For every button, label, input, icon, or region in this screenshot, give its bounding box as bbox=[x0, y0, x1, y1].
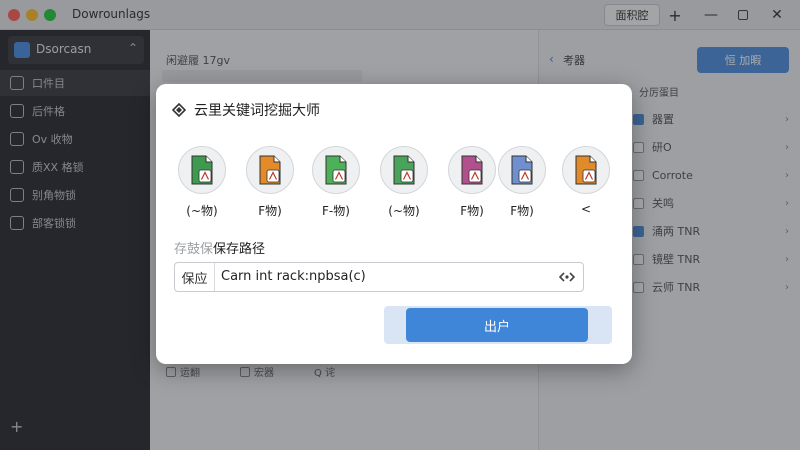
file-type-badge bbox=[380, 146, 428, 194]
file-type-badge bbox=[562, 146, 610, 194]
file-type-option[interactable]: < bbox=[556, 146, 616, 216]
file-image-icon bbox=[259, 155, 281, 185]
file-type-label: F物) bbox=[460, 204, 484, 218]
file-type-badge bbox=[246, 146, 294, 194]
file-image-icon bbox=[325, 155, 347, 185]
file-type-badge bbox=[448, 146, 496, 194]
file-image-icon bbox=[461, 155, 483, 185]
file-type-badge bbox=[312, 146, 360, 194]
file-type-label: F-物) bbox=[322, 204, 350, 218]
file-type-label: (~物) bbox=[388, 204, 420, 218]
file-type-badge bbox=[178, 146, 226, 194]
file-type-label: F物) bbox=[258, 204, 282, 218]
save-path-label: 存鼓保保存路径 bbox=[174, 242, 266, 257]
file-type-label: < bbox=[580, 202, 592, 216]
file-gear-icon bbox=[393, 155, 415, 185]
export-button[interactable]: 出户 bbox=[406, 308, 588, 342]
path-prefix-label: 保应 bbox=[175, 263, 215, 291]
file-type-badge bbox=[498, 146, 546, 194]
file-image-icon bbox=[511, 155, 533, 185]
dialog-title: 云里关键词挖掘大师 bbox=[194, 103, 320, 119]
file-type-label: (~物) bbox=[186, 204, 218, 218]
path-input[interactable]: Carn int rack:npbsa(c) bbox=[221, 269, 366, 284]
file-chart-icon bbox=[191, 155, 213, 185]
file-search-icon bbox=[575, 155, 597, 185]
file-type-option[interactable]: F物) bbox=[492, 146, 552, 219]
export-dialog: 云里关键词挖掘大师 (~物) F物) F-物) (~物) F物) F物) < 存鼓保保存路径… bbox=[156, 84, 632, 364]
diamond-logo-icon bbox=[172, 103, 186, 117]
file-type-label: F物) bbox=[510, 204, 534, 218]
dialog-header: 云里关键词挖掘大师 bbox=[172, 100, 320, 120]
file-type-option[interactable]: (~物) bbox=[172, 146, 232, 219]
file-type-option[interactable]: (~物) bbox=[374, 146, 434, 219]
file-type-option[interactable]: F物) bbox=[240, 146, 300, 219]
browse-folder-icon[interactable] bbox=[559, 269, 575, 285]
save-path-field[interactable]: 保应 Carn int rack:npbsa(c) bbox=[174, 262, 584, 292]
file-type-option[interactable]: F-物) bbox=[306, 146, 366, 219]
